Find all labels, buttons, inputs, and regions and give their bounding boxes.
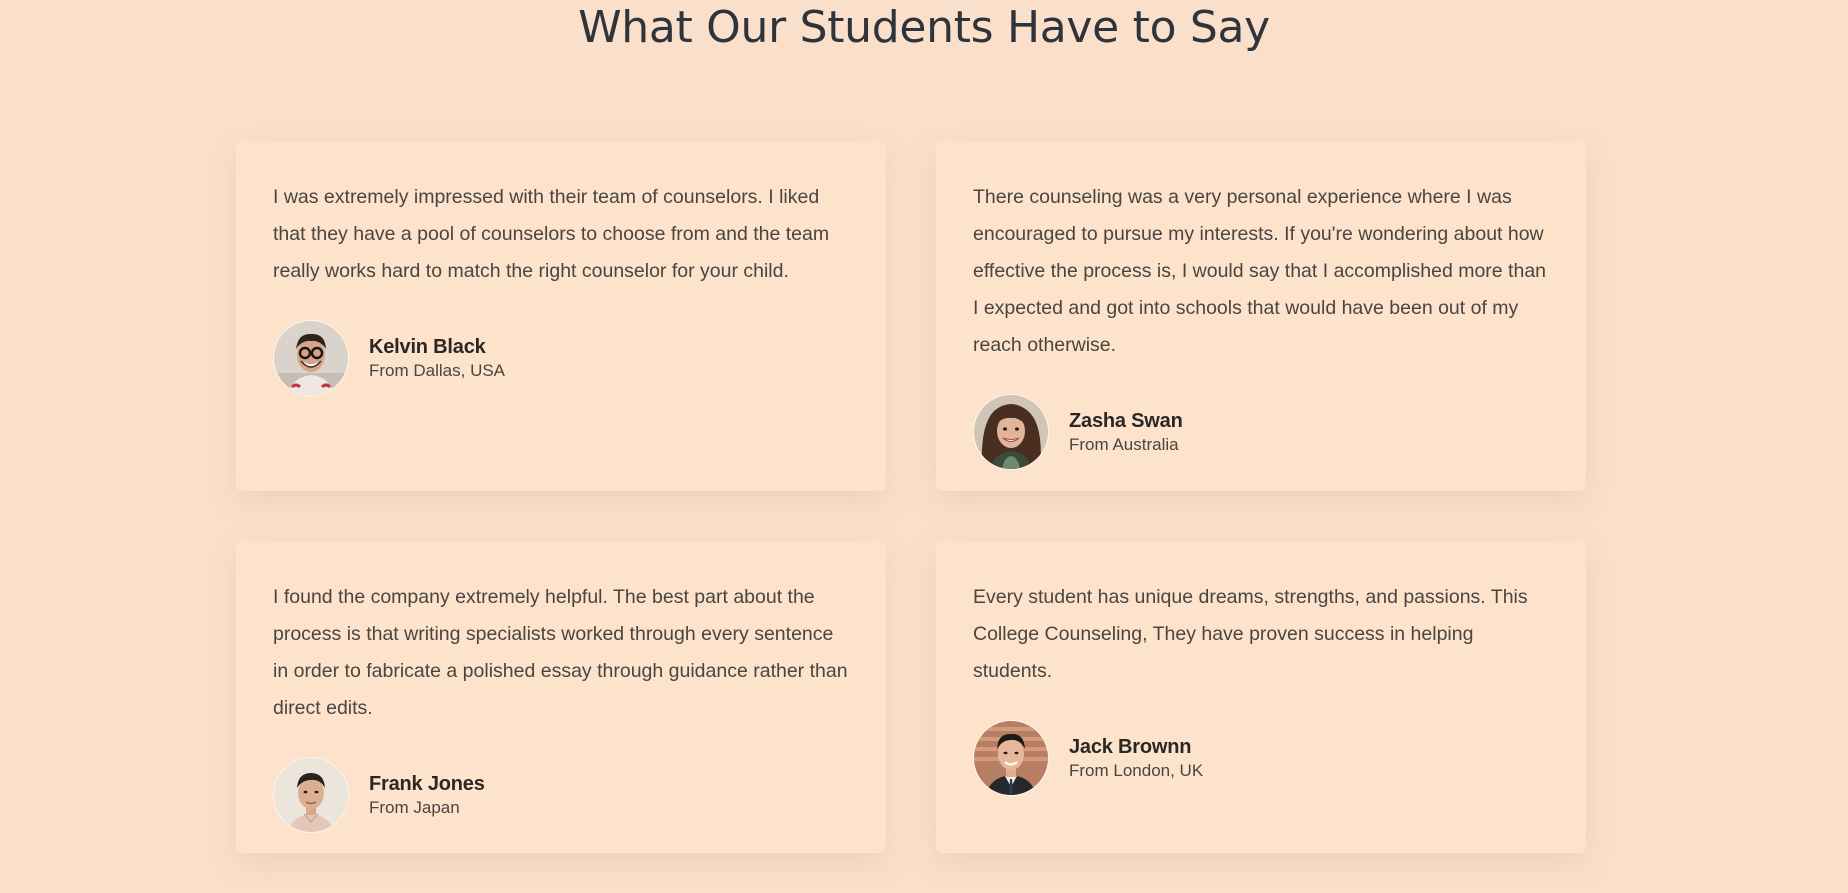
section-title: What Our Students Have to Say (578, 2, 1270, 53)
author-name: Zasha Swan (1069, 410, 1183, 432)
author-name: Jack Brownn (1069, 736, 1192, 758)
author-origin: From Australia (1069, 435, 1179, 454)
testimonial-author: Jack Brownn From London, UK (973, 720, 1550, 796)
avatar (273, 757, 349, 833)
author-origin: From London, UK (1069, 761, 1204, 780)
author-name: Frank Jones (369, 773, 485, 795)
testimonial-card-zasha-swan: There counseling was a very personal exp… (936, 141, 1586, 491)
author-origin: From Japan (369, 798, 460, 817)
avatar (973, 394, 1049, 470)
avatar (273, 320, 349, 396)
testimonial-author: Kelvin Black From Dallas, USA (273, 320, 850, 396)
testimonial-quote: There counseling was a very personal exp… (973, 186, 1547, 356)
testimonial-quote: I found the company extremely helpful. T… (273, 586, 848, 719)
testimonial-card-jack-brownn: Every student has unique dreams, strengt… (936, 541, 1586, 853)
testimonial-author: Frank Jones From Japan (273, 757, 850, 833)
author-name: Kelvin Black (369, 336, 486, 358)
testimonial-quote: I was extremely impressed with their tea… (273, 186, 830, 282)
testimonial-author: Zasha Swan From Australia (973, 394, 1550, 470)
testimonial-card-kelvin-black: I was extremely impressed with their tea… (236, 141, 886, 491)
avatar (973, 720, 1049, 796)
author-origin: From Dallas, USA (369, 361, 506, 380)
testimonial-card-frank-jones: I found the company extremely helpful. T… (236, 541, 886, 853)
testimonial-quote: Every student has unique dreams, strengt… (973, 586, 1528, 682)
